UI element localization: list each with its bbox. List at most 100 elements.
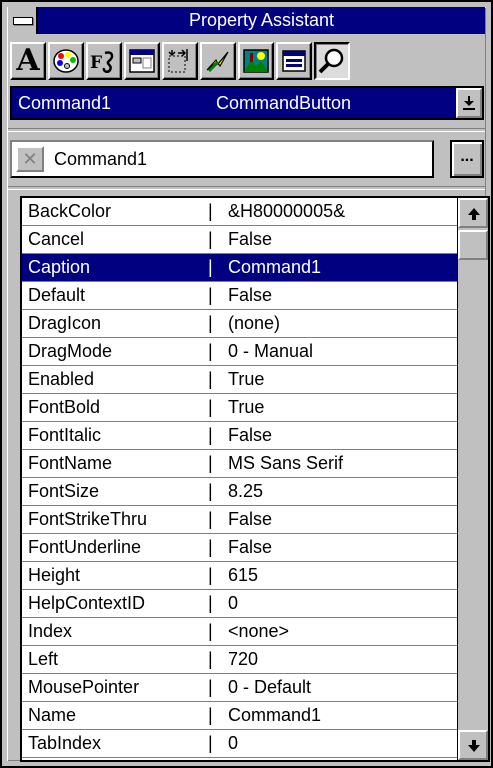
form-window-button[interactable] — [124, 42, 160, 80]
property-value-input[interactable]: Command1 — [54, 142, 147, 176]
column-separator: | — [208, 453, 213, 473]
property-value[interactable]: 0 — [228, 590, 238, 616]
property-value[interactable]: False — [228, 534, 272, 560]
property-row[interactable]: Name | Command1 — [22, 702, 458, 730]
property-value[interactable]: False — [228, 422, 272, 448]
property-assistant-window: Property Assistant A F Command1 CommandB… — [0, 0, 493, 768]
arrow-up-icon — [468, 208, 480, 220]
font-a-button[interactable]: A — [10, 42, 46, 80]
property-name: DragMode — [28, 341, 113, 361]
scroll-down-button[interactable] — [458, 730, 488, 760]
property-row[interactable]: DragIcon | (none) — [22, 310, 458, 338]
property-row[interactable]: FontSize | 8.25 — [22, 478, 458, 506]
property-row[interactable]: FontBold | True — [22, 394, 458, 422]
property-value[interactable]: MS Sans Serif — [228, 450, 343, 476]
system-menu-icon — [13, 17, 33, 25]
object-selector-combo[interactable]: Command1 CommandButton — [10, 86, 484, 120]
property-grid: BackColor | &H80000005& Cancel | False Caption… — [20, 196, 490, 762]
color-palette-icon — [53, 49, 79, 73]
property-value[interactable]: &H80000005& — [228, 198, 345, 224]
property-name: MousePointer — [28, 677, 140, 697]
property-value[interactable]: Command1 — [228, 254, 321, 280]
position-size-button[interactable] — [162, 42, 198, 80]
property-name: Cancel — [28, 229, 85, 249]
property-name: FontStrikeThru — [28, 509, 148, 529]
property-row[interactable]: FontItalic | False — [22, 422, 458, 450]
property-row[interactable]: Cancel | False — [22, 226, 458, 254]
property-name: Name — [28, 705, 77, 725]
property-row[interactable]: DragMode | 0 - Manual — [22, 338, 458, 366]
property-value[interactable]: False — [228, 226, 272, 252]
event-button[interactable] — [200, 42, 236, 80]
cancel-edit-button[interactable]: ✕ — [16, 146, 44, 172]
system-menu-button[interactable] — [8, 7, 38, 34]
property-row[interactable]: TabIndex | 0 — [22, 730, 458, 758]
property-value[interactable]: (none) — [228, 310, 280, 336]
color-palette-button[interactable] — [48, 42, 84, 80]
divider — [8, 186, 485, 190]
property-value[interactable]: False — [228, 506, 272, 532]
property-row[interactable]: Caption | Command1 — [22, 254, 458, 282]
window-title: Property Assistant — [188, 10, 335, 30]
property-name: FontUnderline — [28, 537, 142, 557]
event-lightning-icon — [206, 51, 229, 73]
property-row[interactable]: Height | 615 — [22, 562, 458, 590]
property-row[interactable]: BackColor | &H80000005& — [22, 198, 458, 226]
property-name: FontSize — [28, 481, 100, 501]
property-row[interactable]: FontUnderline | False — [22, 534, 458, 562]
column-separator: | — [208, 677, 213, 697]
property-row[interactable]: Enabled | True — [22, 366, 458, 394]
column-separator: | — [208, 229, 213, 249]
column-separator: | — [208, 621, 213, 641]
property-name: BackColor — [28, 201, 112, 221]
property-row[interactable]: Default | False — [22, 282, 458, 310]
property-value[interactable]: 720 — [228, 646, 258, 672]
property-value[interactable]: 615 — [228, 562, 258, 588]
property-row[interactable]: MousePointer | 0 - Default — [22, 674, 458, 702]
property-value[interactable]: 8.25 — [228, 478, 263, 504]
scroll-thumb[interactable] — [458, 230, 488, 260]
property-name: Default — [28, 285, 86, 305]
column-separator: | — [208, 201, 213, 221]
column-separator: | — [208, 537, 213, 557]
property-row[interactable]: Index | <none> — [22, 618, 458, 646]
arrow-down-icon — [468, 740, 480, 752]
property-value[interactable]: True — [228, 366, 264, 392]
property-row[interactable]: Left | 720 — [22, 646, 458, 674]
property-value[interactable]: True — [228, 394, 264, 420]
property-value[interactable]: False — [228, 282, 272, 308]
column-separator: | — [208, 649, 213, 669]
position-size-icon — [168, 49, 188, 73]
vertical-scrollbar[interactable] — [457, 198, 488, 760]
list-grid-button[interactable] — [276, 42, 312, 80]
column-separator: | — [208, 705, 213, 725]
search-magnifier-icon — [318, 48, 344, 74]
column-separator: | — [208, 369, 213, 389]
list-grid-icon — [282, 50, 306, 72]
svg-text:F: F — [90, 53, 102, 73]
object-dropdown-button[interactable] — [456, 88, 482, 118]
divider — [8, 128, 485, 132]
column-separator: | — [208, 313, 213, 333]
title-bar[interactable]: Property Assistant — [8, 7, 485, 34]
chevron-down-icon — [463, 96, 475, 110]
search-button[interactable] — [314, 42, 350, 80]
ellipsis-button[interactable]: ... — [450, 140, 484, 178]
column-separator: | — [208, 397, 213, 417]
picture-button[interactable] — [238, 42, 274, 80]
property-value[interactable]: Command1 — [228, 702, 321, 728]
property-row[interactable]: FontName | MS Sans Serif — [22, 450, 458, 478]
property-value[interactable]: 0 - Default — [228, 674, 311, 700]
property-name: FontName — [28, 453, 113, 473]
font-style-button[interactable]: F — [86, 42, 122, 80]
column-separator: | — [208, 341, 213, 361]
column-separator: | — [208, 565, 213, 585]
property-value[interactable]: 0 - Manual — [228, 338, 313, 364]
form-window-icon — [129, 49, 155, 73]
property-value[interactable]: 0 — [228, 730, 238, 756]
property-value[interactable]: <none> — [228, 618, 289, 644]
property-row[interactable]: HelpContextID | 0 — [22, 590, 458, 618]
property-row[interactable]: FontStrikeThru | False — [22, 506, 458, 534]
property-value-editor[interactable]: ✕ Command1 — [10, 140, 434, 178]
scroll-up-button[interactable] — [458, 198, 488, 228]
